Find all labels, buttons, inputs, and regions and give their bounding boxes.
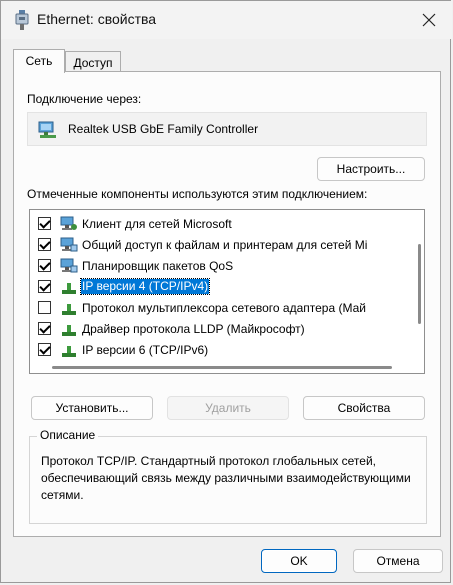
component-label: Планировщик пакетов QoS	[82, 259, 234, 273]
list-item[interactable]: IP версии 6 (TCP/IPv6)	[30, 340, 410, 360]
component-label: IP версии 6 (TCP/IPv6)	[82, 343, 209, 357]
description-title: Описание	[37, 428, 99, 442]
protocol-icon	[62, 283, 76, 294]
connect-using-label: Подключение через:	[27, 92, 142, 106]
tab-network[interactable]: Сеть	[13, 49, 65, 73]
tab-sharing[interactable]: Доступ	[65, 51, 121, 73]
cancel-button[interactable]: Отмена	[353, 549, 443, 573]
component-checkbox[interactable]	[38, 217, 51, 230]
component-checkbox[interactable]	[38, 322, 51, 335]
uninstall-button[interactable]: Удалить	[167, 396, 289, 420]
network-service-icon	[60, 258, 78, 273]
list-item[interactable]: Общий доступ к файлам и принтерам для се…	[30, 235, 410, 255]
horizontal-scroll-thumb[interactable]	[52, 366, 392, 369]
components-label: Отмеченные компоненты используются этим …	[27, 187, 368, 201]
configure-button[interactable]: Настроить...	[317, 157, 425, 181]
component-checkbox[interactable]	[38, 259, 51, 272]
component-label: Клиент для сетей Microsoft	[82, 217, 232, 231]
adapter-display: Realtek USB GbE Family Controller	[27, 112, 427, 146]
vertical-scrollbar[interactable]	[416, 214, 422, 356]
list-item[interactable]: Драйвер протокола LLDP (Майкрософт)	[30, 319, 410, 339]
description-text: Протокол TCP/IP. Стандартный протокол гл…	[41, 454, 411, 502]
components-list[interactable]: Клиент для сетей Microsoft Общий доступ …	[29, 209, 425, 374]
network-adapter-icon	[38, 121, 56, 138]
ok-button[interactable]: OK	[261, 549, 337, 573]
component-checkbox[interactable]	[38, 343, 51, 356]
component-checkbox[interactable]	[38, 301, 51, 314]
network-service-icon	[60, 237, 78, 252]
list-item[interactable]: Планировщик пакетов QoS	[30, 256, 410, 276]
list-item[interactable]: Клиент для сетей Microsoft	[30, 214, 410, 234]
component-label: Протокол мультиплексора сетевого адаптер…	[82, 301, 366, 315]
vertical-scroll-thumb[interactable]	[418, 244, 421, 324]
component-checkbox[interactable]	[38, 238, 51, 251]
component-label: Драйвер протокола LLDP (Майкрософт)	[82, 322, 305, 336]
install-button[interactable]: Установить...	[31, 396, 153, 420]
network-client-icon	[60, 216, 77, 230]
close-button[interactable]	[406, 1, 452, 39]
close-icon	[422, 13, 436, 27]
list-item[interactable]: Протокол мультиплексора сетевого адаптер…	[30, 298, 410, 318]
horizontal-scrollbar[interactable]	[42, 364, 402, 370]
adapter-name: Realtek USB GbE Family Controller	[68, 122, 259, 136]
protocol-icon	[62, 325, 76, 336]
title-bar: Ethernet: свойства	[1, 1, 452, 39]
window-title: Ethernet: свойства	[37, 11, 157, 27]
ethernet-adapter-icon	[15, 10, 29, 30]
properties-dialog: Ethernet: свойства Сеть Доступ Подключен…	[0, 0, 452, 583]
properties-button[interactable]: Свойства	[303, 396, 425, 420]
component-label: Общий доступ к файлам и принтерам для се…	[82, 238, 368, 252]
component-label-selected: IP версии 4 (TCP/IPv4)	[79, 278, 211, 295]
list-item[interactable]: IP версии 4 (TCP/IPv4)	[30, 277, 410, 297]
component-checkbox[interactable]	[38, 280, 51, 293]
protocol-icon	[62, 346, 76, 357]
protocol-icon	[62, 304, 76, 315]
